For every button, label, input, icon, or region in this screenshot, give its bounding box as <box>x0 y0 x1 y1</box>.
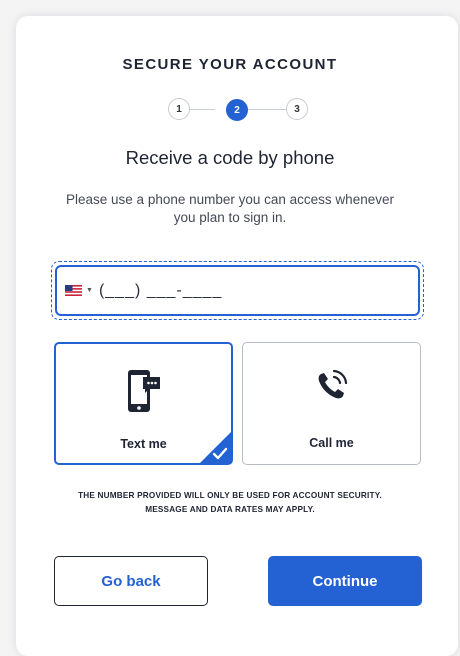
section-description: Please use a phone number you can access… <box>66 192 394 225</box>
section-heading: Receive a code by phone <box>125 147 335 168</box>
go-back-button[interactable]: Go back <box>54 556 208 606</box>
country-dropdown-caret-icon[interactable]: ▼ <box>86 287 93 294</box>
selected-check-icon <box>199 431 232 464</box>
mobile-message-icon <box>127 370 160 412</box>
step-2: 2 <box>226 99 248 121</box>
call-me-option[interactable]: Call me <box>242 342 421 465</box>
phone-field[interactable]: ▼ (___) ___-____ <box>55 265 420 316</box>
us-flag-icon[interactable] <box>65 285 82 296</box>
step-1: 1 <box>168 98 190 120</box>
phone-input-mask[interactable]: (___) ___-____ <box>99 282 222 300</box>
call-me-label: Call me <box>309 436 354 450</box>
continue-button[interactable]: Continue <box>268 556 422 606</box>
page-title: SECURE YOUR ACCOUNT <box>122 56 338 73</box>
phone-ringing-icon <box>318 369 347 399</box>
stepper: 1 2 3 <box>153 98 308 121</box>
text-me-option[interactable]: Text me <box>54 342 233 465</box>
stepper-connector <box>243 108 286 110</box>
step-3: 3 <box>286 98 308 120</box>
disclaimer-text: THE NUMBER PROVIDED WILL ONLY BE USED FO… <box>78 491 382 514</box>
